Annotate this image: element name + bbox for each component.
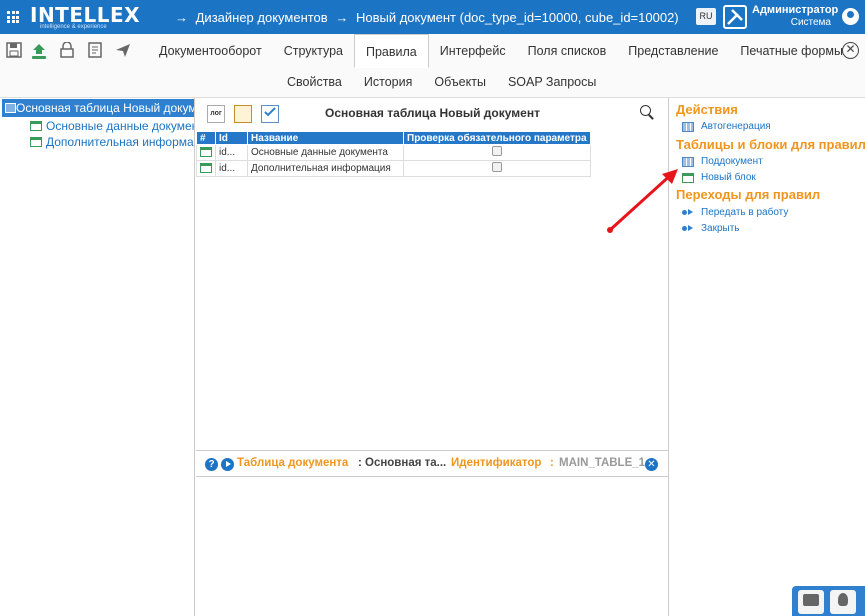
search-icon[interactable] [640,105,654,119]
upload-icon[interactable] [30,42,48,60]
tree-panel: Основная таблица Новый документ Основные… [0,98,195,616]
section-title-tables-blocks: Таблицы и блоки для правил [676,137,865,152]
required-checkbox[interactable] [491,162,502,172]
identifier-label: Идентификатор [451,457,542,469]
subtab-soap-requests[interactable]: SOAP Запросы [497,68,607,96]
action-label: Поддокумент [701,156,763,167]
row-icon-cell [196,144,216,161]
tab-list-fields[interactable]: Поля списков [517,34,618,68]
breadcrumb-arrow: → [175,10,188,25]
breadcrumb: → Дизайнер документов → Новый документ (… [175,10,683,25]
identifier-separator: : [550,457,554,469]
action-label: Передать в работу [701,207,789,218]
id-cell: id... [215,144,248,161]
doc-table-value: Основная та... [365,457,447,469]
chat-icon[interactable] [798,590,824,614]
tab-rules[interactable]: Правила [354,34,429,68]
user-avatar-icon[interactable] [842,8,859,25]
required-checkbox[interactable] [491,146,502,156]
floating-actions [792,586,865,616]
toolbar: Документооборот Структура Правила Интерф… [0,34,865,98]
required-check-cell [403,160,591,177]
rules-table: # Id Название Проверка обязательного пар… [196,131,591,177]
doc-table-label: Таблица документа [237,457,349,469]
tree-item-label: Основная таблица Новый документ [16,101,194,115]
section-title-actions: Действия [676,102,738,117]
column-header-name[interactable]: Название [247,131,404,145]
main-tabs: Документооборот Структура Правила Интерф… [148,34,854,68]
block-icon [30,121,42,131]
block-icon [30,137,42,147]
tree-item-label: Основные данные документа [46,119,195,133]
properties-panel: ? Таблица документа : Основная та... Иде… [196,450,669,616]
column-header-required-check[interactable]: Проверка обязательного параметра [403,131,591,145]
column-header-index[interactable]: # [196,131,216,145]
required-check-cell [403,144,591,161]
logo[interactable]: INTELLEX intelligence & experience [30,3,140,31]
block-icon [200,147,212,158]
breadcrumb-arrow: → [335,10,349,25]
section-title-transitions: Переходы для правил [676,187,821,202]
apps-grid-icon[interactable] [7,11,19,23]
action-send-to-work[interactable]: Передать в работу [682,206,788,220]
logo-subtitle: intelligence & experience [40,24,107,30]
tree-item-label: Дополнительная информация [46,135,194,149]
tree-item-main-table[interactable]: Основная таблица Новый документ [2,99,194,117]
table-icon [5,103,16,113]
name-cell: Основные данные документа [247,144,404,161]
action-label: Автогенерация [701,121,771,132]
identifier-value: MAIN_TABLE_1 [559,457,646,469]
subtab-properties[interactable]: Свойства [276,68,353,96]
lightbulb-icon[interactable] [830,590,856,614]
tree-item-additional-info[interactable]: Дополнительная информация [30,133,194,151]
breadcrumb-document-designer[interactable]: Дизайнер документов [196,10,328,25]
column-header-id[interactable]: Id [215,131,248,145]
help-icon[interactable]: ? [205,458,218,471]
user-name: Администратор [752,4,839,16]
tab-view[interactable]: Представление [617,34,729,68]
grid-icon [682,122,694,132]
action-subdocument[interactable]: Поддокумент [682,155,763,169]
close-icon[interactable]: ✕ [842,42,859,59]
action-label: Закрыть [701,223,740,234]
action-autogeneration[interactable]: Автогенерация [682,120,771,134]
top-bar: INTELLEX intelligence & experience → Диз… [0,0,865,34]
tools-icon[interactable] [723,5,747,29]
send-icon[interactable] [114,42,132,60]
action-label: Новый блок [701,172,756,183]
tab-interface[interactable]: Интерфейс [429,34,517,68]
save-icon[interactable] [5,42,23,60]
report-icon[interactable] [86,42,104,60]
table-title: Основная таблица Новый документ [325,106,540,120]
table-row[interactable]: id... Основные данные документа [196,144,591,161]
sub-tabs: Свойства История Объекты SOAP Запросы [276,68,607,96]
properties-bar: ? Таблица документа : Основная та... Иде… [196,451,669,477]
doc-table-separator: : [358,457,362,469]
actions-panel: Действия Автогенерация Таблицы и блоки д… [670,98,865,616]
language-selector[interactable]: RU [696,8,716,25]
center-panel: лог Основная таблица Новый документ # Id… [196,98,669,450]
subtab-history[interactable]: История [353,68,423,96]
block-icon [200,163,212,174]
action-close[interactable]: Закрыть [682,222,740,236]
user-role: Система [790,17,831,28]
name-cell: Дополнительная информация [247,160,404,177]
subtab-objects[interactable]: Объекты [423,68,497,96]
annotation-arrow-icon [607,169,678,233]
row-icon-cell [196,160,216,177]
close-icon[interactable]: ✕ [645,458,658,471]
tab-print-forms[interactable]: Печатные формы [729,34,854,68]
lock-icon[interactable] [58,41,76,60]
table-row[interactable]: id... Дополнительная информация [196,160,591,177]
id-cell: id... [215,160,248,177]
tab-workflow[interactable]: Документооборот [148,34,273,68]
play-icon[interactable] [221,458,234,471]
action-new-block[interactable]: Новый блок [682,171,756,185]
breadcrumb-new-document: Новый документ (doc_type_id=10000, cube_… [355,10,679,25]
tab-structure[interactable]: Структура [273,34,354,68]
